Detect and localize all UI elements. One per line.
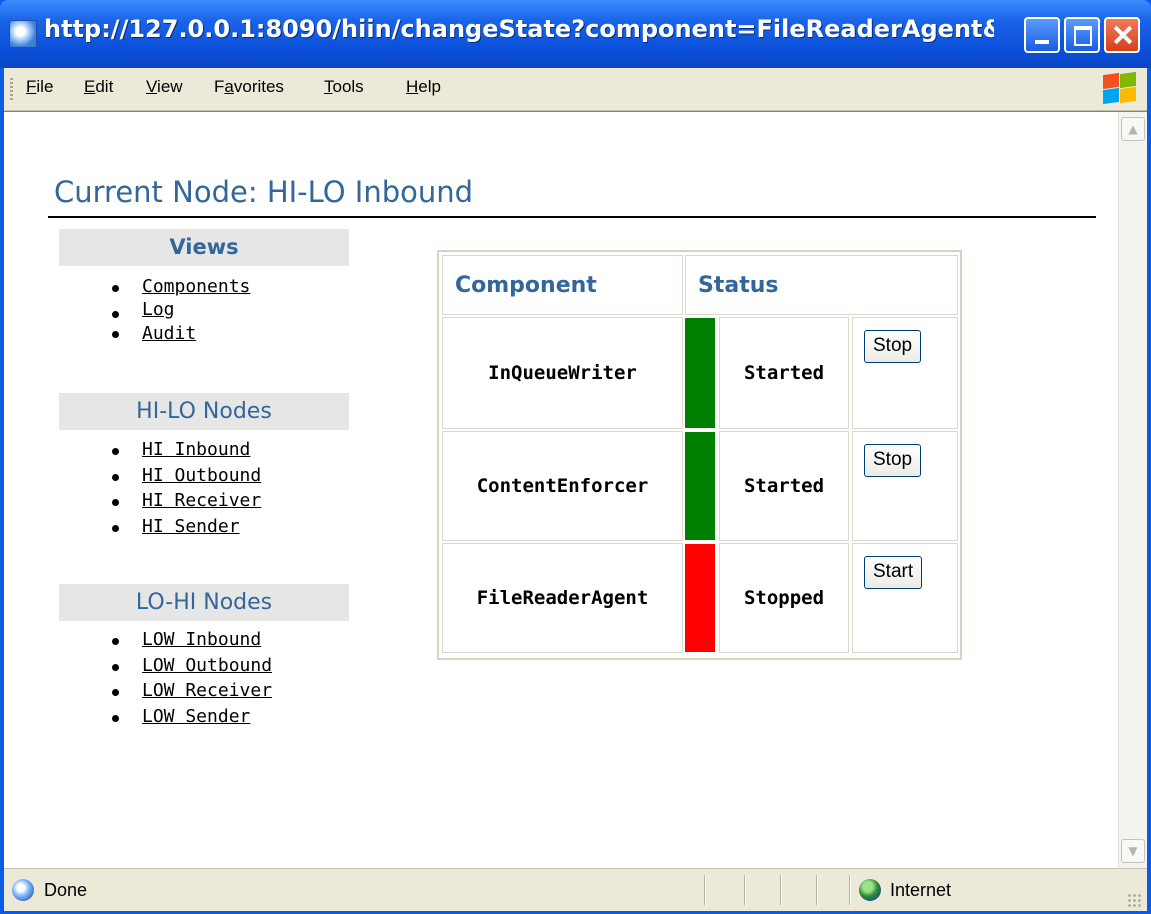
table-row-component: InQueueWriter bbox=[442, 317, 683, 429]
views-list: Components Log Audit bbox=[109, 274, 250, 348]
menu-file[interactable]: File bbox=[26, 77, 53, 97]
hi-receiver-link[interactable]: HI Receiver bbox=[109, 488, 261, 514]
views-heading: Views bbox=[59, 229, 349, 266]
ie-page-icon bbox=[12, 879, 34, 901]
status-indicator bbox=[685, 544, 715, 652]
stop-button[interactable]: Stop bbox=[864, 444, 922, 477]
security-zone-label: Internet bbox=[890, 880, 952, 900]
status-indicator bbox=[685, 318, 715, 428]
menu-favorites[interactable]: Favorites bbox=[214, 77, 284, 97]
hilo-nodes-list: HI Inbound HI Outbound HI Receiver HI Se… bbox=[109, 437, 261, 539]
menu-view[interactable]: View bbox=[146, 77, 183, 97]
audit-link-text: Audit bbox=[142, 322, 197, 344]
table-row-action-cell: Start bbox=[852, 543, 958, 653]
low-inbound-link[interactable]: LOW Inbound bbox=[109, 627, 272, 653]
maximize-button[interactable] bbox=[1064, 17, 1100, 53]
status-indicator bbox=[685, 432, 715, 540]
components-link-text: Components bbox=[142, 276, 251, 297]
menu-tools[interactable]: Tools bbox=[324, 77, 364, 97]
resize-grip-icon[interactable] bbox=[1127, 893, 1141, 907]
low-receiver-link-text: LOW Receiver bbox=[142, 680, 273, 701]
table-row-status: Stopped bbox=[719, 543, 849, 653]
menu-view-label: View bbox=[146, 77, 183, 96]
table-row-status: Started bbox=[719, 431, 849, 541]
hilo-nodes-heading: HI-LO Nodes bbox=[59, 393, 349, 430]
component-column-header: Component bbox=[442, 255, 683, 315]
log-link-text: Log bbox=[142, 298, 175, 320]
toolbar-grip[interactable] bbox=[10, 78, 13, 100]
table-row-component: ContentEnforcer bbox=[442, 431, 683, 541]
hi-outbound-link-text: HI Outbound bbox=[142, 464, 262, 486]
low-outbound-link[interactable]: LOW Outbound bbox=[109, 653, 272, 679]
table-row-status: Started bbox=[719, 317, 849, 429]
hi-receiver-link-text: HI Receiver bbox=[142, 490, 262, 511]
menu-edit-label: Edit bbox=[84, 77, 114, 96]
status-bar: Done Internet bbox=[4, 868, 1147, 911]
menu-file-label: File bbox=[26, 77, 54, 96]
window-title: http://127.0.0.1:8090/hiin/changeState?c… bbox=[44, 15, 994, 43]
start-button[interactable]: Start bbox=[864, 556, 923, 589]
low-sender-link[interactable]: LOW Sender bbox=[109, 704, 272, 730]
menu-bar: File Edit View Favorites Tools Help bbox=[4, 68, 1147, 111]
stop-button[interactable]: Stop bbox=[864, 330, 922, 363]
status-divider bbox=[744, 875, 745, 905]
page-content: Current Node: HI-LO Inbound Views Compon… bbox=[4, 111, 1147, 868]
vertical-scrollbar[interactable]: ▲ ▼ bbox=[1118, 112, 1147, 868]
status-divider bbox=[816, 875, 817, 905]
hi-inbound-link[interactable]: HI Inbound bbox=[109, 437, 261, 463]
ie-page-icon bbox=[9, 20, 37, 48]
table-row-component: FileReaderAgent bbox=[442, 543, 683, 653]
status-column-header: Status bbox=[685, 255, 958, 315]
hi-sender-link[interactable]: HI Sender bbox=[109, 514, 261, 540]
menu-favorites-label: Favorites bbox=[214, 77, 284, 96]
windows-logo-icon bbox=[1101, 71, 1137, 105]
internet-zone-icon bbox=[859, 879, 881, 901]
audit-link[interactable]: Audit bbox=[109, 320, 250, 348]
menu-edit[interactable]: Edit bbox=[84, 77, 113, 97]
components-link[interactable]: Components bbox=[109, 274, 250, 300]
browser-window: http://127.0.0.1:8090/hiin/changeState?c… bbox=[0, 0, 1151, 914]
low-sender-link-text: LOW Sender bbox=[142, 705, 251, 727]
menu-help[interactable]: Help bbox=[406, 77, 441, 97]
page-title: Current Node: HI-LO Inbound bbox=[54, 175, 474, 209]
component-status-table: Component Status InQueueWriter Started S… bbox=[437, 250, 962, 660]
table-row-action-cell: Stop bbox=[852, 317, 958, 429]
low-inbound-link-text: LOW Inbound bbox=[142, 629, 262, 650]
menu-tools-label: Tools bbox=[324, 77, 364, 96]
status-divider bbox=[780, 875, 781, 905]
scroll-up-icon[interactable]: ▲ bbox=[1121, 117, 1145, 141]
hi-outbound-link[interactable]: HI Outbound bbox=[109, 463, 261, 489]
menu-help-label: Help bbox=[406, 77, 441, 96]
status-divider bbox=[849, 875, 850, 905]
hi-inbound-link-text: HI Inbound bbox=[142, 439, 251, 460]
hi-sender-link-text: HI Sender bbox=[142, 515, 240, 537]
title-divider bbox=[48, 216, 1096, 218]
title-bar[interactable]: http://127.0.0.1:8090/hiin/changeState?c… bbox=[0, 0, 1151, 68]
table-row-action-cell: Stop bbox=[852, 431, 958, 541]
log-link[interactable]: Log bbox=[109, 298, 250, 320]
scroll-down-icon[interactable]: ▼ bbox=[1121, 839, 1145, 863]
low-outbound-link-text: LOW Outbound bbox=[142, 654, 273, 676]
close-button[interactable] bbox=[1104, 17, 1140, 53]
low-receiver-link[interactable]: LOW Receiver bbox=[109, 678, 272, 704]
lohi-nodes-list: LOW Inbound LOW Outbound LOW Receiver LO… bbox=[109, 627, 272, 729]
minimize-button[interactable] bbox=[1024, 17, 1060, 53]
status-divider bbox=[704, 875, 705, 905]
status-text: Done bbox=[44, 880, 88, 900]
lohi-nodes-heading: LO-HI Nodes bbox=[59, 584, 349, 621]
